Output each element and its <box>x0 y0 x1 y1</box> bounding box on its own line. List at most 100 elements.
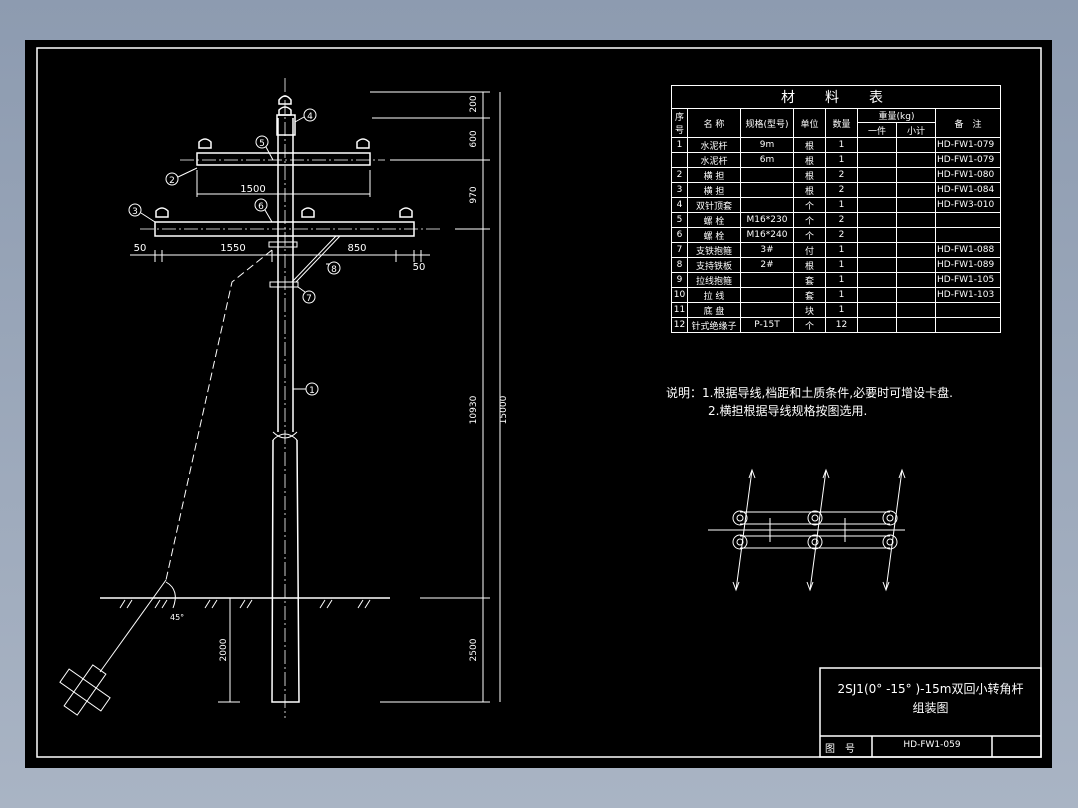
header-each: 一件 <box>857 122 897 138</box>
cell-weight <box>896 182 936 198</box>
cell-qty: 1 <box>825 302 858 318</box>
cell-no: 10 <box>671 287 688 303</box>
cell-weight <box>857 227 897 243</box>
materials-table: 材 料 表 序号 名 称 规格(型号) 单位 数量 重量(kg) 备 注 一件 … <box>671 85 1001 333</box>
cell-no: 3 <box>671 182 688 198</box>
pin-insulators <box>155 138 413 218</box>
cell-remark: HD-FW3-010 <box>935 197 1001 213</box>
cell-spec: 3# <box>740 242 794 258</box>
table-row: 3横 担 根 2 HD-FW1-084 <box>671 182 1001 198</box>
table-row: 6螺 栓 M16*240 个 2 <box>671 227 1001 243</box>
dim-2500: 2500 <box>469 638 479 661</box>
callout-7: 7 <box>306 294 312 304</box>
cell-unit: 根 <box>793 182 826 198</box>
table-row: 水泥杆 6m 根 1 HD-FW1-079 <box>671 152 1001 168</box>
cell-spec <box>740 182 794 198</box>
cell-qty: 1 <box>825 152 858 168</box>
cell-name: 横 担 <box>687 182 741 198</box>
table-row: 4 双针顶套 个 1 HD-FW3-010 <box>671 197 1001 213</box>
cell-spec: 6m <box>740 152 794 168</box>
callout-6: 6 <box>258 202 264 212</box>
cell-name: 针式绝缘子 <box>687 317 741 333</box>
table-row: 8 支持铁板 2# 根 1 HD-FW1-089 <box>671 257 1001 273</box>
cell-spec: 2# <box>740 257 794 273</box>
table-row: 7 支铁抱箍 3# 付 1 HD-FW1-088 <box>671 242 1001 258</box>
cell-weight <box>857 272 897 288</box>
cell-no: 2 <box>671 167 688 183</box>
note-line-2: 2.横担根据导线规格按图选用. <box>708 404 868 418</box>
upper-crossarm <box>196 152 371 166</box>
callout-8: 8 <box>331 265 337 275</box>
angle-label: 45° <box>170 613 184 622</box>
cell-remark: HD-FW1-079 <box>935 137 1001 153</box>
notes: 说明：1.根据导线,档距和土质条件,必要时可增设卡盘. 2.横担根据导线规格按图… <box>666 384 953 420</box>
cell-weight <box>896 212 936 228</box>
dim-970: 970 <box>469 186 479 203</box>
cell-spec: M16*230 <box>740 212 794 228</box>
callout-4: 4 <box>307 112 313 122</box>
cell-weight <box>857 212 897 228</box>
drawing-no: HD-FW1-059 <box>903 740 961 750</box>
cell-name: 底 盘 <box>687 302 741 318</box>
cell-name: 水泥杆 <box>687 137 741 153</box>
cell-remark: HD-FW1-089 <box>935 257 1001 273</box>
dim-10930: 10930 <box>469 395 479 424</box>
materials-table-title: 材 料 表 <box>671 85 1001 109</box>
cell-remark: HD-FW1-080 <box>935 167 1001 183</box>
cell-weight <box>896 167 936 183</box>
drawing-title: 2SJ1(0° -15° )-15m双回小转角杆 <box>837 682 1024 696</box>
table-row: 2横 担根 2 HD-FW1-080 <box>671 167 1001 183</box>
cell-weight <box>896 272 936 288</box>
cell-unit: 个 <box>793 227 826 243</box>
dim-50-right: 50 <box>413 262 426 273</box>
cell-qty: 12 <box>825 317 858 333</box>
header-weight: 重量(kg) <box>857 108 936 123</box>
title-block-text: 2SJ1(0° -15° )-15m双回小转角杆 组装图 <box>820 680 1041 718</box>
cell-weight <box>896 152 936 168</box>
header-spec: 规格(型号) <box>740 108 794 138</box>
cell-remark <box>935 302 1001 318</box>
cell-remark <box>935 212 1001 228</box>
cell-no: 11 <box>671 302 688 318</box>
cell-unit: 根 <box>793 167 826 183</box>
cell-no: 6 <box>671 227 688 243</box>
cell-spec <box>740 302 794 318</box>
cell-no: 12 <box>671 317 688 333</box>
cell-name: 螺 栓 <box>687 227 741 243</box>
cell-unit: 个 <box>793 197 826 213</box>
cell-weight <box>896 227 936 243</box>
header-name: 名 称 <box>687 108 741 138</box>
cell-weight <box>896 317 936 333</box>
cell-weight <box>857 242 897 258</box>
header-remark: 备 注 <box>935 108 1001 138</box>
cell-name: 双针顶套 <box>687 197 741 213</box>
header-no: 序号 <box>671 108 688 138</box>
cell-unit: 个 <box>793 212 826 228</box>
cell-unit: 套 <box>793 287 826 303</box>
cell-weight <box>896 287 936 303</box>
cell-weight <box>857 257 897 273</box>
cell-weight <box>857 302 897 318</box>
cell-spec: M16*240 <box>740 227 794 243</box>
cell-qty: 1 <box>825 197 858 213</box>
cell-remark <box>935 227 1001 243</box>
drawing-no-label: 图 号 <box>825 744 855 755</box>
cell-unit: 付 <box>793 242 826 258</box>
cell-name: 拉线抱箍 <box>687 272 741 288</box>
cell-spec <box>740 197 794 213</box>
cell-unit: 个 <box>793 317 826 333</box>
cell-name: 横 担 <box>687 167 741 183</box>
cell-no: 1 <box>671 137 688 153</box>
table-row: 5螺 栓 M16*230 个 2 <box>671 212 1001 228</box>
header-qty: 数量 <box>825 108 858 138</box>
cell-no: 9 <box>671 272 688 288</box>
cell-weight <box>857 317 897 333</box>
cell-remark: HD-FW1-084 <box>935 182 1001 198</box>
cell-weight <box>896 197 936 213</box>
dim-2000: 2000 <box>219 638 229 661</box>
cell-no: 7 <box>671 242 688 258</box>
table-row: 10 拉 线 套 1 HD-FW1-103 <box>671 287 1001 303</box>
cell-qty: 2 <box>825 212 858 228</box>
cell-weight <box>857 152 897 168</box>
cell-name: 支铁抱箍 <box>687 242 741 258</box>
